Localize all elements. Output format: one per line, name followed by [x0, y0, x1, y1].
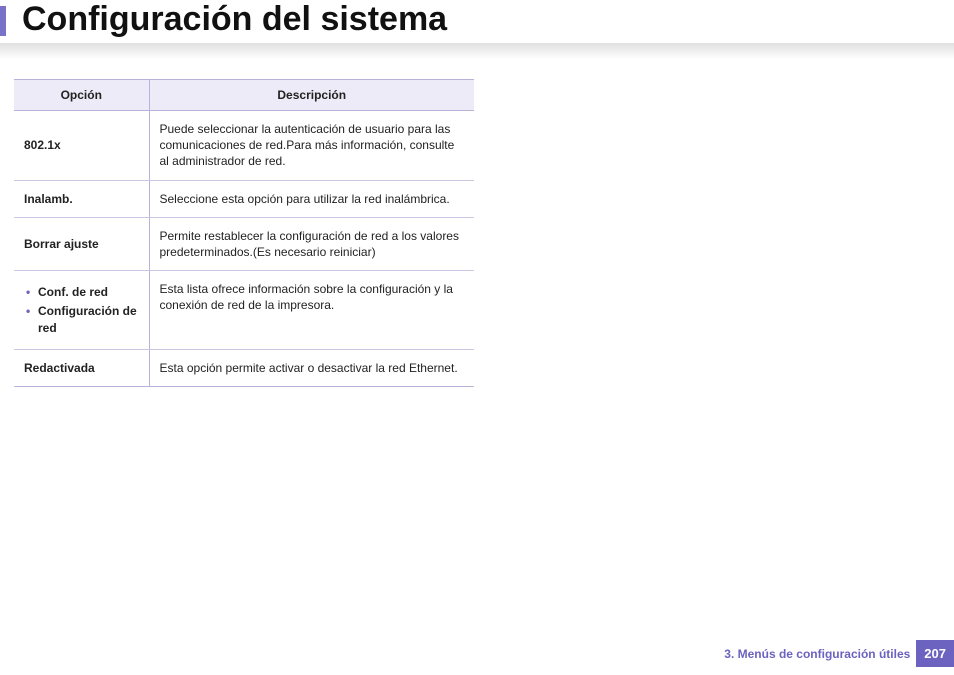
table-row: Conf. de red Configuración de red Esta l… — [14, 271, 474, 350]
table-header-row: Opción Descripción — [14, 80, 474, 111]
option-cell: Redactivada — [14, 349, 149, 386]
option-cell: Inalamb. — [14, 180, 149, 217]
option-cell: Conf. de red Configuración de red — [14, 271, 149, 350]
header-description: Descripción — [149, 80, 474, 111]
table-row: Redactivada Esta opción permite activar … — [14, 349, 474, 386]
header-option: Opción — [14, 80, 149, 111]
page-title: Configuración del sistema — [8, 0, 954, 45]
table-row: 802.1x Puede seleccionar la autenticació… — [14, 111, 474, 181]
document-page: Configuración del sistema Opción Descrip… — [0, 0, 954, 675]
option-list: Conf. de red Configuración de red — [24, 284, 139, 336]
option-list-item: Configuración de red — [24, 303, 139, 335]
title-bar: Configuración del sistema — [0, 0, 954, 45]
description-cell: Puede seleccionar la autenticación de us… — [149, 111, 474, 181]
table-row: Inalamb. Seleccione esta opción para uti… — [14, 180, 474, 217]
description-cell: Esta opción permite activar o desactivar… — [149, 349, 474, 386]
option-list-item: Conf. de red — [24, 284, 139, 300]
options-table: Opción Descripción 802.1x Puede seleccio… — [14, 79, 474, 387]
description-cell: Seleccione esta opción para utilizar la … — [149, 180, 474, 217]
title-accent-bar — [0, 6, 6, 36]
chapter-label: 3. Menús de configuración útiles — [724, 647, 916, 661]
description-cell: Esta lista ofrece información sobre la c… — [149, 271, 474, 350]
page-footer: 3. Menús de configuración útiles 207 — [724, 640, 954, 667]
option-cell: 802.1x — [14, 111, 149, 181]
page-number-badge: 207 — [916, 640, 954, 667]
description-cell: Permite restablecer la configuración de … — [149, 217, 474, 270]
title-shadow — [0, 43, 954, 61]
content-area: Opción Descripción 802.1x Puede seleccio… — [0, 61, 954, 387]
table-row: Borrar ajuste Permite restablecer la con… — [14, 217, 474, 270]
option-cell: Borrar ajuste — [14, 217, 149, 270]
